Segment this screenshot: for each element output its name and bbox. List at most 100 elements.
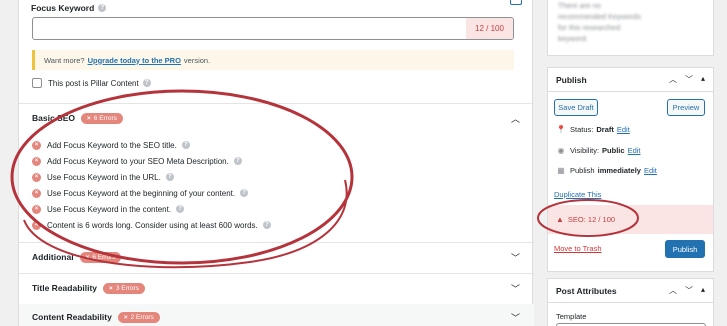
seo-metabox: Focus Keyword ? 12 / 100 Want more? Upgr… xyxy=(18,0,534,326)
template-label: Template xyxy=(556,312,587,321)
caret-up-icon[interactable]: ▴ xyxy=(701,74,705,85)
pillar-content-checkbox[interactable] xyxy=(32,78,42,88)
basic-seo-checks: × Add Focus Keyword to the SEO title. ? … xyxy=(32,137,271,233)
chevron-up-icon[interactable]: ︿ xyxy=(669,285,677,296)
check-item: × Content is 6 words long. Consider usin… xyxy=(32,217,271,233)
error-badge-label: 6 Errors xyxy=(92,253,116,261)
box-controls: ︿ ﹀ ▴ xyxy=(669,74,705,85)
check-text: Add Focus Keyword to the SEO title. xyxy=(47,140,177,150)
status-value: Draft xyxy=(596,125,614,134)
help-icon[interactable]: ? xyxy=(142,79,151,87)
duplicate-link[interactable]: Duplicate This xyxy=(554,190,601,199)
calendar-icon: ▦ xyxy=(557,166,565,175)
check-item: × Use Focus Keyword at the beginning of … xyxy=(32,185,271,201)
error-badge: × 6 Errors xyxy=(79,251,122,263)
error-icon: × xyxy=(32,140,41,150)
error-badge-label: 6 Errors xyxy=(93,114,117,122)
status-row: 📍 Status: Draft Edit xyxy=(556,125,630,134)
pillar-content-row: This post is Pillar Content ? xyxy=(32,78,151,88)
pro-upgrade-notice: Want more? Upgrade today to the PRO vers… xyxy=(32,50,514,70)
error-icon: × xyxy=(32,156,41,166)
error-icon: × xyxy=(32,172,41,182)
chevron-down-icon[interactable]: ﹀ xyxy=(685,74,693,85)
basic-seo-header[interactable]: Basic SEO × 6 Errors ︿ xyxy=(19,110,534,126)
section-title: Title Readability xyxy=(32,283,98,293)
check-text: Add Focus Keyword to your SEO Meta Descr… xyxy=(47,156,229,166)
check-text: Use Focus Keyword at the beginning of yo… xyxy=(47,188,236,198)
chevron-down-icon[interactable]: ﹀ xyxy=(511,282,520,295)
chart-icon: ▲ xyxy=(556,215,564,224)
error-icon: × xyxy=(32,204,41,214)
check-item: × Add Focus Keyword to your SEO Meta Des… xyxy=(32,153,271,169)
chevron-down-icon[interactable]: ﹀ xyxy=(511,251,520,264)
edit-status-link[interactable]: Edit xyxy=(617,125,630,134)
help-icon[interactable]: ? xyxy=(233,157,242,165)
preview-button[interactable]: Preview xyxy=(667,99,705,116)
chevron-down-icon[interactable]: ﹀ xyxy=(511,311,520,324)
notice-suffix: version. xyxy=(183,55,211,65)
post-attributes-box: Post Attributes ︿ ﹀ ▴ Template xyxy=(547,278,714,326)
chevron-down-icon[interactable]: ﹀ xyxy=(685,285,693,296)
check-text: Content is 6 words long. Consider using … xyxy=(47,220,258,230)
help-icon[interactable]: ? xyxy=(181,141,190,149)
help-icon[interactable]: ? xyxy=(98,4,107,12)
visibility-label: Visibility: xyxy=(570,146,600,155)
publish-box: Publish ︿ ﹀ ▴ Save Draft Preview 📍 Statu… xyxy=(547,67,714,272)
check-item: × Use Focus Keyword in the content. ? xyxy=(32,201,271,217)
focus-keyword-title: Focus Keyword xyxy=(31,3,95,13)
help-icon[interactable]: ? xyxy=(262,221,271,229)
check-item: × Use Focus Keyword in the URL. ? xyxy=(32,169,271,185)
keyword-suggestions-box: There are no recommended Keywords for th… xyxy=(547,0,714,56)
chevron-up-icon[interactable]: ︿ xyxy=(511,112,520,125)
publish-label: Publish xyxy=(570,166,595,175)
keyword-suggestion-note: There are no recommended Keywords for th… xyxy=(558,1,641,43)
box-controls: ︿ ﹀ ▴ xyxy=(669,285,705,296)
error-badge: × 6 Errors xyxy=(81,112,123,124)
schedule-row: ▦ Publish immediately Edit xyxy=(556,166,657,175)
pin-icon: 📍 xyxy=(556,125,566,134)
error-badge: × 2 Errors xyxy=(117,311,160,323)
status-label: Status: xyxy=(570,125,594,134)
divider xyxy=(19,103,534,104)
edit-schedule-link[interactable]: Edit xyxy=(644,166,657,175)
check-text: Use Focus Keyword in the content. xyxy=(47,204,172,214)
pillar-content-label: This post is Pillar Content xyxy=(48,78,139,88)
title-readability-header[interactable]: Title Readability × 3 Errors ﹀ xyxy=(19,280,534,296)
seo-score-text: SEO: 12 / 100 xyxy=(567,215,616,224)
section-title: Content Readability xyxy=(32,312,112,322)
check-text: Use Focus Keyword in the URL. xyxy=(47,172,161,182)
focus-keyword-field: 12 / 100 xyxy=(32,17,514,40)
publish-value: immediately xyxy=(597,166,641,175)
chevron-up-icon[interactable]: ︿ xyxy=(669,74,677,85)
visibility-row: ◉ Visibility: Public Edit xyxy=(556,146,641,155)
publish-button[interactable]: Publish xyxy=(665,240,705,258)
keyword-score-counter: 12 / 100 xyxy=(466,18,513,39)
toggle-box-icon[interactable] xyxy=(510,0,522,5)
focus-keyword-header: Focus Keyword ? xyxy=(31,0,107,16)
check-item: × Add Focus Keyword to the SEO title. ? xyxy=(32,137,271,153)
notice-prefix: Want more? xyxy=(44,55,85,65)
upgrade-pro-link[interactable]: Upgrade today to the PRO xyxy=(88,56,181,65)
divider xyxy=(19,273,534,274)
section-title: Additional xyxy=(32,252,74,262)
caret-up-icon[interactable]: ▴ xyxy=(701,285,705,296)
error-icon: × xyxy=(32,220,41,230)
save-draft-button[interactable]: Save Draft xyxy=(554,99,598,116)
eye-icon: ◉ xyxy=(557,146,565,155)
move-to-trash-link[interactable]: Move to Trash xyxy=(554,244,602,253)
section-title: Basic SEO xyxy=(32,113,75,123)
error-badge-label: 3 Errors xyxy=(115,284,139,292)
help-icon[interactable]: ? xyxy=(176,205,185,213)
divider xyxy=(19,242,534,243)
focus-keyword-input[interactable] xyxy=(33,18,465,39)
error-badge-label: 2 Errors xyxy=(130,313,154,321)
additional-header[interactable]: Additional × 6 Errors ﹀ xyxy=(19,249,534,265)
error-icon: × xyxy=(32,188,41,198)
visibility-value: Public xyxy=(602,146,625,155)
content-readability-header[interactable]: Content Readability × 2 Errors ﹀ xyxy=(19,309,534,325)
help-icon[interactable]: ? xyxy=(165,173,174,181)
seo-score-row: ▲ SEO: 12 / 100 xyxy=(548,205,713,234)
edit-visibility-link[interactable]: Edit xyxy=(628,146,641,155)
help-icon[interactable]: ? xyxy=(240,189,249,197)
error-badge: × 3 Errors xyxy=(103,282,145,294)
